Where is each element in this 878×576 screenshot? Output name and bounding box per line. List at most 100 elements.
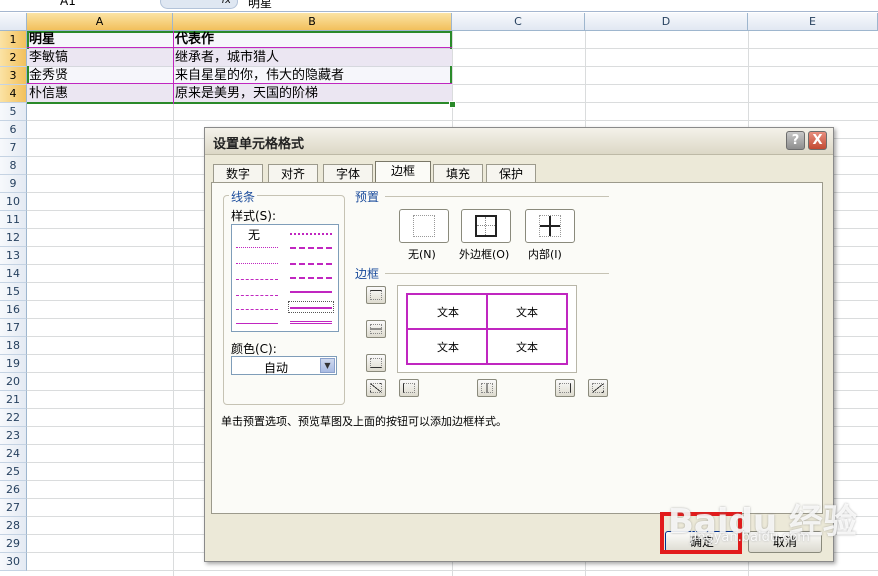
row-header-13[interactable]: 13 — [0, 247, 27, 265]
grid-line — [27, 120, 878, 121]
preset-outline-button[interactable] — [461, 209, 511, 243]
border-inside-vertical-button[interactable] — [477, 379, 497, 397]
cell-a3[interactable]: 金秀贤 — [27, 67, 173, 85]
line-style-none[interactable]: 无 — [248, 226, 260, 243]
row-header-25[interactable]: 25 — [0, 463, 27, 481]
preview-grid: 文本 文本 文本 文本 — [406, 293, 568, 365]
fill-handle[interactable] — [449, 101, 456, 108]
row-header-26[interactable]: 26 — [0, 481, 27, 499]
row-header-6[interactable]: 6 — [0, 121, 27, 139]
tab-fill[interactable]: 填充 — [433, 164, 483, 182]
row-header-3[interactable]: 3 — [0, 67, 27, 85]
cell-b1[interactable]: 代表作 — [173, 31, 452, 49]
grid-line — [27, 570, 878, 571]
cell-a2[interactable]: 李敏镐 — [27, 49, 173, 67]
row-header-11[interactable]: 11 — [0, 211, 27, 229]
preset-inside-button[interactable] — [525, 209, 575, 243]
line-style-option[interactable] — [290, 247, 332, 249]
cell-b2[interactable]: 继承者，城市猎人 — [173, 49, 452, 67]
column-header-e[interactable]: E — [748, 13, 878, 31]
row-header-22[interactable]: 22 — [0, 409, 27, 427]
help-button[interactable]: ? — [786, 131, 805, 150]
border-label: 边框 — [355, 267, 380, 281]
tab-alignment[interactable]: 对齐 — [268, 164, 318, 182]
preset-none-label: 无(N) — [408, 248, 436, 261]
border-left-button[interactable] — [399, 379, 419, 397]
row-header-19[interactable]: 19 — [0, 355, 27, 373]
preset-none-icon — [413, 215, 435, 237]
line-style-list[interactable]: 无 — [231, 224, 339, 332]
row-header-7[interactable]: 7 — [0, 139, 27, 157]
name-box[interactable]: A1 — [0, 0, 150, 8]
formula-bar: A1 fx 明星 — [0, 0, 878, 12]
row-header-27[interactable]: 27 — [0, 499, 27, 517]
row-header-4[interactable]: 4 — [0, 85, 27, 103]
formula-input[interactable]: 明星 — [248, 0, 272, 11]
line-style-option[interactable] — [236, 323, 278, 324]
row-header-5[interactable]: 5 — [0, 103, 27, 121]
row-header-16[interactable]: 16 — [0, 301, 27, 319]
column-header-c[interactable]: C — [452, 13, 585, 31]
row-header-29[interactable]: 29 — [0, 535, 27, 553]
dialog-title-bar[interactable]: 设置单元格格式 ? X — [205, 128, 833, 155]
preset-none-button[interactable] — [399, 209, 449, 243]
color-select[interactable]: 自动 ▼ — [231, 356, 337, 375]
row-header-15[interactable]: 15 — [0, 283, 27, 301]
row-header-18[interactable]: 18 — [0, 337, 27, 355]
cell-a4[interactable]: 朴信惠 — [27, 85, 173, 103]
insert-function-button[interactable]: fx — [160, 0, 238, 9]
border-inside-horizontal-button[interactable] — [366, 320, 386, 338]
cell-b4[interactable]: 原来是美男，天国的阶梯 — [173, 85, 452, 103]
hint-text: 单击预置选项、预览草图及上面的按钮可以添加边框样式。 — [221, 415, 507, 428]
divider — [385, 273, 609, 274]
row-header-21[interactable]: 21 — [0, 391, 27, 409]
row-header-8[interactable]: 8 — [0, 157, 27, 175]
row-header-2[interactable]: 2 — [0, 49, 27, 67]
border-right-button[interactable] — [555, 379, 575, 397]
border-preview[interactable]: 文本 文本 文本 文本 — [397, 285, 577, 373]
chevron-down-icon[interactable]: ▼ — [320, 358, 335, 373]
column-header-a[interactable]: A — [27, 13, 173, 31]
line-style-option[interactable] — [236, 309, 278, 310]
line-style-option[interactable] — [290, 277, 332, 279]
line-style-option[interactable] — [290, 263, 332, 265]
border-diagonal-up-button[interactable] — [366, 379, 386, 397]
preview-text: 文本 — [437, 341, 459, 354]
dialog-title: 设置单元格格式 — [213, 137, 305, 152]
cell-b3[interactable]: 来自星星的你，伟大的隐藏者 — [173, 67, 452, 85]
preset-inside-label: 内部(I) — [528, 248, 562, 261]
row-header-28[interactable]: 28 — [0, 517, 27, 535]
select-all-corner[interactable] — [0, 13, 27, 31]
row-header-17[interactable]: 17 — [0, 319, 27, 337]
tab-protection[interactable]: 保护 — [486, 164, 536, 182]
row-header-24[interactable]: 24 — [0, 445, 27, 463]
border-top-button[interactable] — [366, 286, 386, 304]
preset-outline-icon — [475, 215, 497, 237]
tab-border[interactable]: 边框 — [375, 161, 431, 183]
row-header-10[interactable]: 10 — [0, 193, 27, 211]
row-header-14[interactable]: 14 — [0, 265, 27, 283]
column-header-b[interactable]: B — [173, 13, 452, 31]
preview-text: 文本 — [516, 341, 538, 354]
tab-font[interactable]: 字体 — [323, 164, 373, 182]
column-header-d[interactable]: D — [585, 13, 748, 31]
line-style-option[interactable] — [290, 321, 332, 324]
line-style-option[interactable] — [290, 291, 332, 293]
tab-number[interactable]: 数字 — [213, 164, 263, 182]
row-header-9[interactable]: 9 — [0, 175, 27, 193]
row-header-23[interactable]: 23 — [0, 427, 27, 445]
border-bottom-button[interactable] — [366, 354, 386, 372]
line-style-option[interactable] — [290, 233, 332, 235]
line-style-option[interactable] — [236, 247, 278, 248]
divider — [385, 196, 609, 197]
row-header-12[interactable]: 12 — [0, 229, 27, 247]
close-icon[interactable]: X — [808, 131, 827, 150]
line-style-option[interactable] — [236, 295, 278, 296]
cell-a1[interactable]: 明星 — [27, 31, 173, 49]
line-style-option[interactable] — [236, 263, 278, 264]
border-diagonal-down-button[interactable] — [588, 379, 608, 397]
line-style-option[interactable] — [236, 279, 278, 280]
row-header-1[interactable]: 1 — [0, 31, 27, 49]
row-header-30[interactable]: 30 — [0, 553, 27, 571]
row-header-20[interactable]: 20 — [0, 373, 27, 391]
